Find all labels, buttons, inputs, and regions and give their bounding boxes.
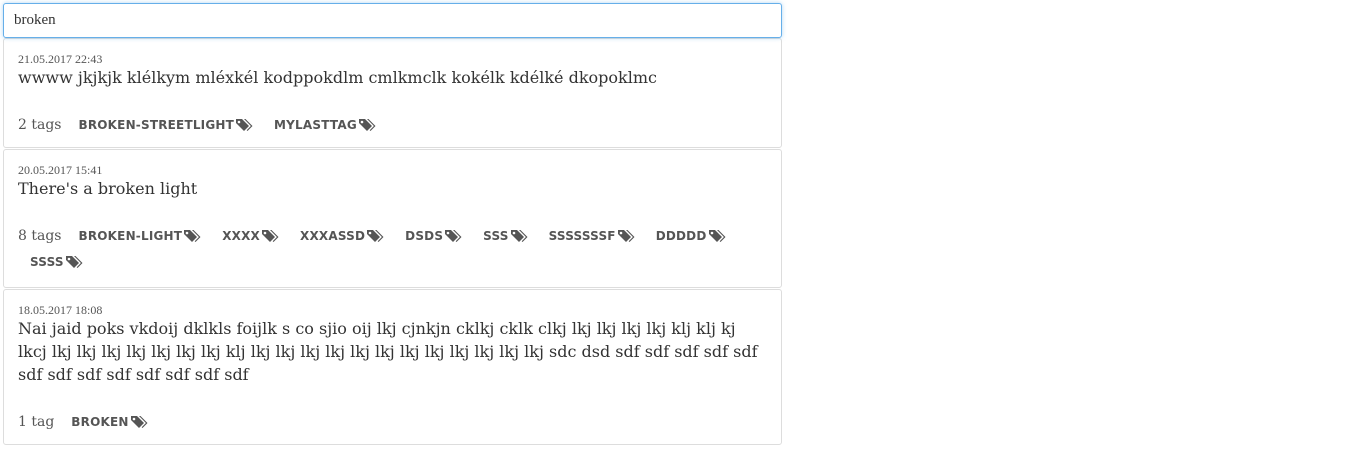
post-date: 18.05.2017 18:08 [18, 303, 103, 317]
post-text: wwww jkjkjk klélkym mléxkél kodppokdlm c… [18, 68, 657, 87]
tag-count: 2 tags [18, 117, 62, 133]
search-input[interactable] [3, 3, 782, 38]
tag-label: SSS [483, 229, 509, 243]
tags-icon [617, 230, 635, 242]
tag-link[interactable]: DDDDD [656, 223, 726, 249]
tags-icon [130, 416, 148, 428]
tag-label: XXXX [222, 229, 260, 243]
post-text: Nai jaid poks vkdoij dklkls foijlk s co … [18, 319, 758, 384]
tag-link[interactable]: SSSS [30, 249, 83, 275]
tag-link[interactable]: XXXASSD [300, 223, 384, 249]
tag-link[interactable]: SSSSSSSF [549, 223, 635, 249]
tag-row: 2 tags BROKEN-STREETLIGHT MYLASTTAG [18, 112, 767, 147]
tags-icon [65, 256, 83, 268]
tag-link[interactable]: XXXX [222, 223, 279, 249]
tags-icon [367, 230, 384, 242]
tag-label: SSSSSSSF [548, 229, 616, 243]
tag-row-continuation: SSSS [18, 249, 767, 275]
tag-link[interactable]: SSS [483, 223, 528, 249]
post-card[interactable]: 18.05.2017 18:08 Nai jaid poks vkdoij dk… [3, 289, 782, 445]
tag-label: BROKEN [71, 415, 129, 429]
tags-icon [445, 230, 462, 242]
tag-row: 8 tags BROKEN-LIGHT XXXX XXXASSD DSDS SS… [18, 223, 767, 287]
tags-icon [262, 230, 279, 242]
post-date: 20.05.2017 15:41 [18, 163, 103, 177]
post-card[interactable]: 20.05.2017 15:41 There's a broken light … [3, 149, 782, 288]
tag-link[interactable]: BROKEN-STREETLIGHT [78, 112, 253, 138]
tag-label: BROKEN-LIGHT [78, 229, 183, 243]
post-date: 21.05.2017 22:43 [18, 52, 103, 66]
tag-link[interactable]: MYLASTTAG [274, 112, 376, 138]
tag-label: DSDS [405, 229, 444, 243]
tag-link[interactable]: BROKEN [71, 409, 148, 435]
tag-link[interactable]: BROKEN-LIGHT [78, 223, 201, 249]
tags-icon [708, 230, 725, 242]
tag-label: SSSS [30, 255, 64, 269]
post-card[interactable]: 21.05.2017 22:43 wwww jkjkjk klélkym mlé… [3, 38, 782, 148]
tag-link[interactable]: DSDS [405, 223, 462, 249]
tag-label: DDDDD [655, 229, 707, 243]
tag-label: MYLASTTAG [274, 118, 357, 132]
tags-icon [510, 230, 528, 242]
tags-icon [236, 119, 253, 131]
tags-icon [184, 230, 201, 242]
post-text: There's a broken light [18, 179, 198, 198]
page: 21.05.2017 22:43 wwww jkjkjk klélkym mlé… [3, 3, 782, 445]
tag-label: XXXASSD [300, 229, 366, 243]
tags-icon [358, 119, 376, 131]
tag-row: 1 tag BROKEN [18, 409, 767, 444]
tag-count: 8 tags [18, 228, 62, 244]
post-list: 21.05.2017 22:43 wwww jkjkjk klélkym mlé… [3, 38, 782, 445]
tag-count: 1 tag [18, 414, 55, 430]
tag-label: BROKEN-STREETLIGHT [78, 118, 235, 132]
